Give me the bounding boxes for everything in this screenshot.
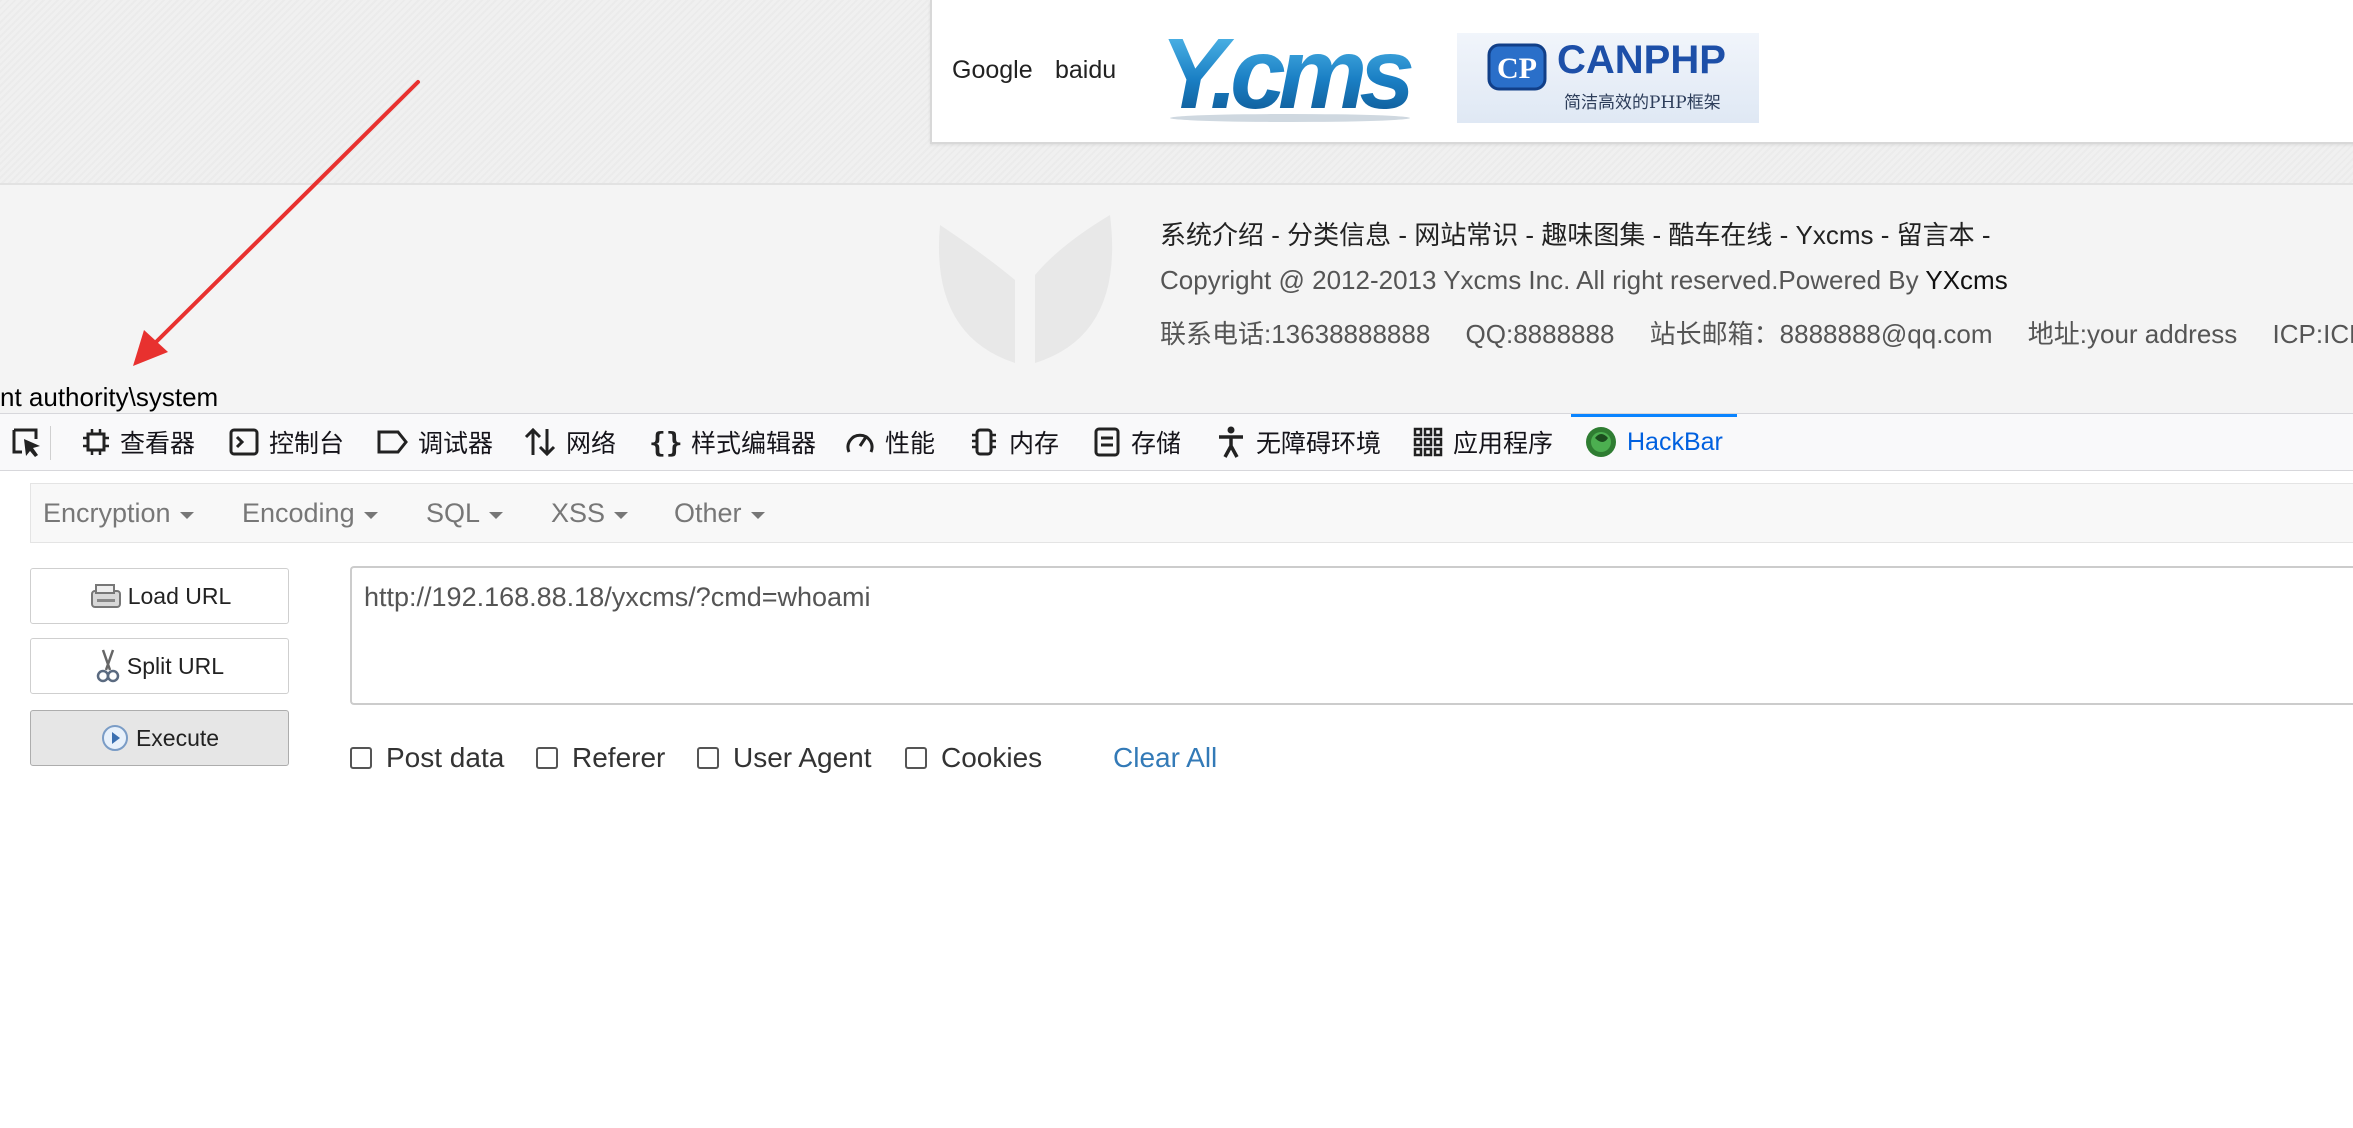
caret-down-icon [489, 511, 504, 519]
caret-down-icon [750, 511, 765, 519]
tab-label: 内存 [1009, 430, 1060, 458]
svg-text:{}: {} [649, 427, 681, 457]
menu-label: XSS [551, 497, 606, 528]
tab-label: 样式编辑器 [691, 430, 817, 458]
friend-link-google[interactable]: Google [952, 56, 1033, 85]
scissors-icon [96, 649, 120, 683]
friend-link-baidu[interactable]: baidu [1055, 56, 1116, 85]
network-icon [524, 427, 556, 457]
contact-email: 站长邮箱：8888888@qq.com [1649, 319, 1993, 349]
accessibility-icon [1219, 426, 1243, 458]
canphp-tagline: 简洁高效的PHP框架 [1564, 93, 1721, 113]
contact-qq: QQ:8888888 [1465, 319, 1615, 349]
menu-label: Encryption [43, 497, 171, 528]
menu-other[interactable]: Other [674, 484, 765, 542]
tab-style-editor[interactable]: {} 样式编辑器 [649, 414, 816, 470]
option-label: Post data [386, 742, 505, 773]
contact-phone: 联系电话:13638888888 [1160, 319, 1431, 349]
load-url-label: Load URL [127, 582, 232, 609]
storage-icon [1094, 427, 1120, 457]
cookies-option[interactable]: Cookies [905, 742, 1042, 774]
user-agent-checkbox[interactable] [697, 747, 719, 769]
contact-address: 地址:your address [2027, 319, 2238, 349]
tab-network[interactable]: 网络 [524, 414, 616, 470]
tab-label: 查看器 [120, 430, 196, 458]
footer-copyright: Copyright @ 2012-2013 Yxcms Inc. All rig… [1160, 265, 2008, 296]
execute-button[interactable]: Execute [30, 710, 289, 766]
tab-label: 无障碍环境 [1256, 430, 1382, 458]
inspector-icon [83, 429, 109, 455]
canphp-badge: CP [1497, 52, 1537, 85]
menu-encoding[interactable]: Encoding [242, 484, 378, 542]
canphp-logo[interactable]: CP CANPHP 简洁高效的PHP框架 [1457, 33, 1759, 123]
caret-down-icon [363, 511, 378, 519]
split-url-button[interactable]: Split URL [30, 638, 289, 694]
style-editor-icon: {} [649, 427, 681, 457]
load-url-button[interactable]: Load URL [30, 568, 289, 624]
caret-down-icon [614, 511, 629, 519]
application-icon [1413, 427, 1443, 457]
tab-label: 应用程序 [1453, 430, 1554, 458]
clear-all-link[interactable]: Clear All [1113, 742, 1217, 774]
post-data-checkbox[interactable] [350, 747, 372, 769]
element-picker-icon [12, 428, 40, 457]
referer-checkbox[interactable] [536, 747, 558, 769]
element-picker-button[interactable] [10, 426, 51, 460]
tab-memory[interactable]: 内存 [969, 414, 1059, 470]
menu-encryption[interactable]: Encryption [43, 484, 194, 542]
debugger-icon [377, 430, 408, 454]
cookies-checkbox[interactable] [905, 747, 927, 769]
tab-application[interactable]: 应用程序 [1413, 414, 1553, 470]
tab-storage[interactable]: 存储 [1093, 414, 1181, 470]
caret-down-icon [179, 511, 194, 519]
play-icon [101, 725, 128, 751]
contact-icp: ICP:ICPx [2272, 319, 2353, 349]
command-output-text: nt authority\system [0, 382, 219, 412]
devtools-toolbar: 查看器 控制台 调试器 网络 {} 样式编辑器 性能 内存 存储 无障碍环境 应… [0, 413, 2353, 471]
user-agent-option[interactable]: User Agent [697, 742, 872, 774]
footer-contact-info: 联系电话:13638888888 QQ:8888888 站长邮箱：8888888… [1160, 314, 2353, 351]
performance-icon [846, 433, 874, 453]
tab-performance[interactable]: 性能 [845, 414, 935, 470]
menu-sql[interactable]: SQL [426, 484, 504, 542]
menu-label: Encoding [242, 497, 355, 528]
canphp-name: CANPHP [1557, 38, 1726, 82]
tab-debugger[interactable]: 调试器 [376, 414, 493, 470]
option-label: Referer [572, 742, 666, 773]
hackbar-icon [1586, 427, 1616, 457]
execute-label: Execute [135, 724, 220, 751]
hackbar-menu-bar: Encryption Encoding SQL XSS Other [30, 483, 2353, 543]
load-url-icon [90, 584, 121, 608]
console-icon [229, 428, 259, 456]
tab-hackbar[interactable]: HackBar [1571, 414, 1737, 470]
url-textarea[interactable]: http://192.168.88.18/yxcms/?cmd=whoami [350, 566, 2353, 705]
powered-by-brand[interactable]: YXcms [1925, 265, 2007, 295]
option-label: Cookies [941, 742, 1043, 773]
menu-label: SQL [426, 497, 481, 528]
tab-label: 网络 [566, 430, 617, 458]
tab-label: HackBar [1627, 427, 1723, 456]
copyright-text: Copyright @ 2012-2013 Yxcms Inc. All rig… [1160, 265, 1926, 295]
tab-label: 调试器 [418, 430, 494, 458]
menu-xss[interactable]: XSS [551, 484, 629, 542]
split-url-label: Split URL [126, 652, 225, 679]
option-label: User Agent [733, 742, 872, 773]
post-data-option[interactable]: Post data [350, 742, 504, 774]
tab-inspector[interactable]: 查看器 [82, 414, 195, 470]
tab-label: 控制台 [269, 430, 345, 458]
tab-label: 存储 [1131, 430, 1182, 458]
referer-option[interactable]: Referer [536, 742, 665, 774]
memory-icon [972, 428, 996, 456]
footer-nav-links[interactable]: 系统介绍 - 分类信息 - 网站常识 - 趣味图集 - 酷车在线 - Yxcms… [1160, 215, 1991, 252]
tab-console[interactable]: 控制台 [229, 414, 344, 470]
ycms-logo[interactable]: Y.cms [1160, 20, 1420, 124]
tab-label: 性能 [885, 430, 936, 458]
menu-label: Other [674, 497, 742, 528]
tab-accessibility[interactable]: 无障碍环境 [1216, 414, 1381, 470]
footer-emblem-icon [938, 215, 1113, 363]
ycms-logo-text: Y.cms [1160, 20, 1415, 124]
